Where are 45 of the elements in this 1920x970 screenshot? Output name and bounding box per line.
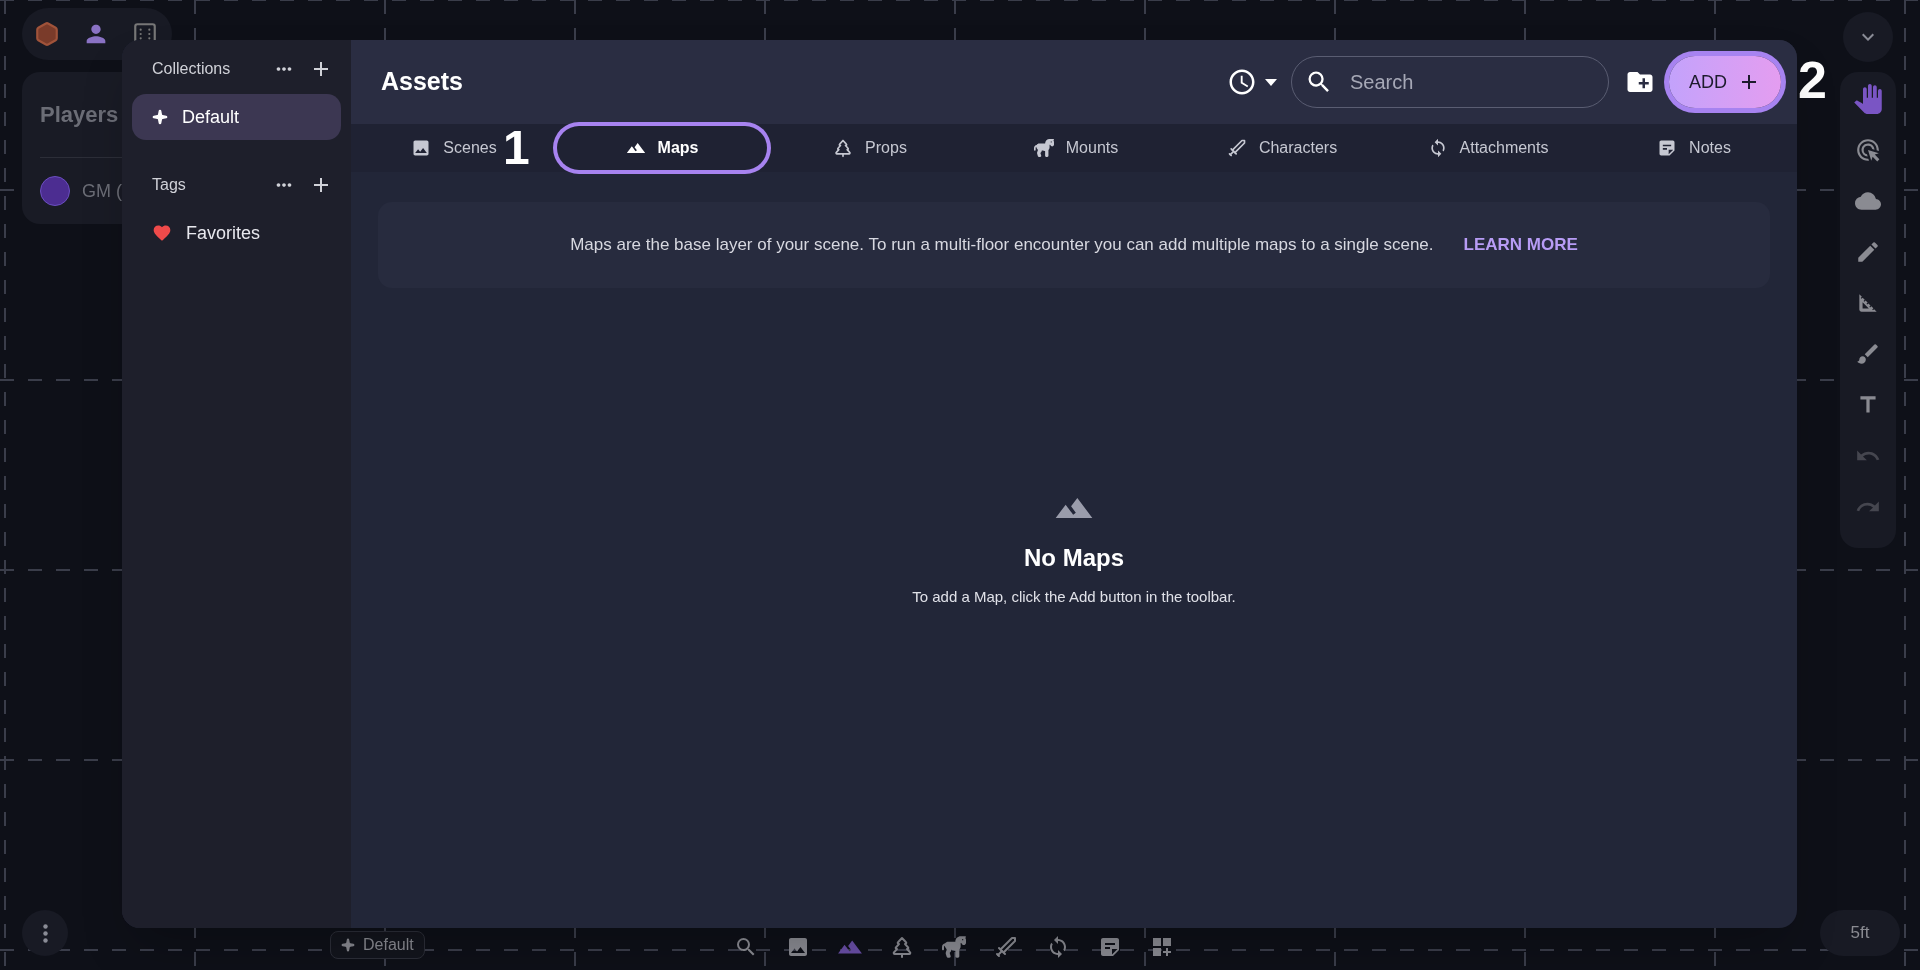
- section-title: Tags: [152, 175, 187, 195]
- note-icon[interactable]: [1098, 935, 1122, 959]
- info-text: Maps are the base layer of your scene. To run a multi-floor encounter you can add multiple maps to a single scene.: [570, 234, 1434, 257]
- clock-icon: [1227, 67, 1257, 97]
- caret-icon: [1265, 78, 1277, 86]
- tab[interactable]: Maps: [557, 126, 767, 170]
- more-icon: [42, 923, 48, 943]
- sparkle-icon: [341, 938, 355, 952]
- tab[interactable]: Props: [819, 126, 921, 170]
- empty-text: To add a Map, click the Add button in the toolbar.: [912, 587, 1236, 607]
- empty-title: No Maps: [1024, 543, 1124, 573]
- heart-icon: [152, 223, 172, 243]
- player-name: GM (: [82, 179, 122, 203]
- sword-icon: [1226, 138, 1247, 158]
- scale-label: 5ft: [1820, 910, 1900, 956]
- image-icon: [411, 138, 432, 158]
- tree-icon[interactable]: [890, 935, 914, 959]
- recent-button[interactable]: [1227, 67, 1277, 97]
- search-field[interactable]: Search: [1291, 56, 1609, 108]
- tab[interactable]: Mounts: [1019, 126, 1133, 170]
- section-title: Collections: [152, 59, 232, 79]
- panel-title: Players: [40, 101, 119, 129]
- hand-icon[interactable]: [1853, 84, 1883, 114]
- sparkle-icon: [152, 109, 168, 125]
- add-widget-icon[interactable]: [1150, 935, 1174, 959]
- sidebar-item[interactable]: Favorites: [132, 210, 341, 256]
- callout-number: 1: [503, 124, 530, 172]
- brush-icon[interactable]: [1855, 341, 1881, 367]
- note-icon: [1657, 138, 1678, 158]
- image-icon[interactable]: [786, 935, 810, 959]
- collection-chip[interactable]: Default: [330, 931, 425, 959]
- pencil-icon[interactable]: [1855, 239, 1881, 265]
- sword-icon[interactable]: [994, 935, 1018, 959]
- cursor-icon[interactable]: [1855, 137, 1881, 163]
- tree-icon: [833, 138, 854, 158]
- sidebar-item[interactable]: Default: [132, 94, 341, 140]
- tab[interactable]: Characters: [1212, 126, 1352, 170]
- chip-label: Default: [363, 935, 414, 955]
- horse-icon[interactable]: [942, 935, 966, 959]
- learn-more-link[interactable]: LEARN MORE: [1463, 232, 1578, 258]
- horse-icon: [1033, 138, 1054, 158]
- dialog-title: Assets: [381, 66, 464, 98]
- callout-number: 2: [1798, 54, 1827, 106]
- tab[interactable]: Notes: [1643, 126, 1745, 170]
- tab[interactable]: Attachments: [1413, 126, 1563, 170]
